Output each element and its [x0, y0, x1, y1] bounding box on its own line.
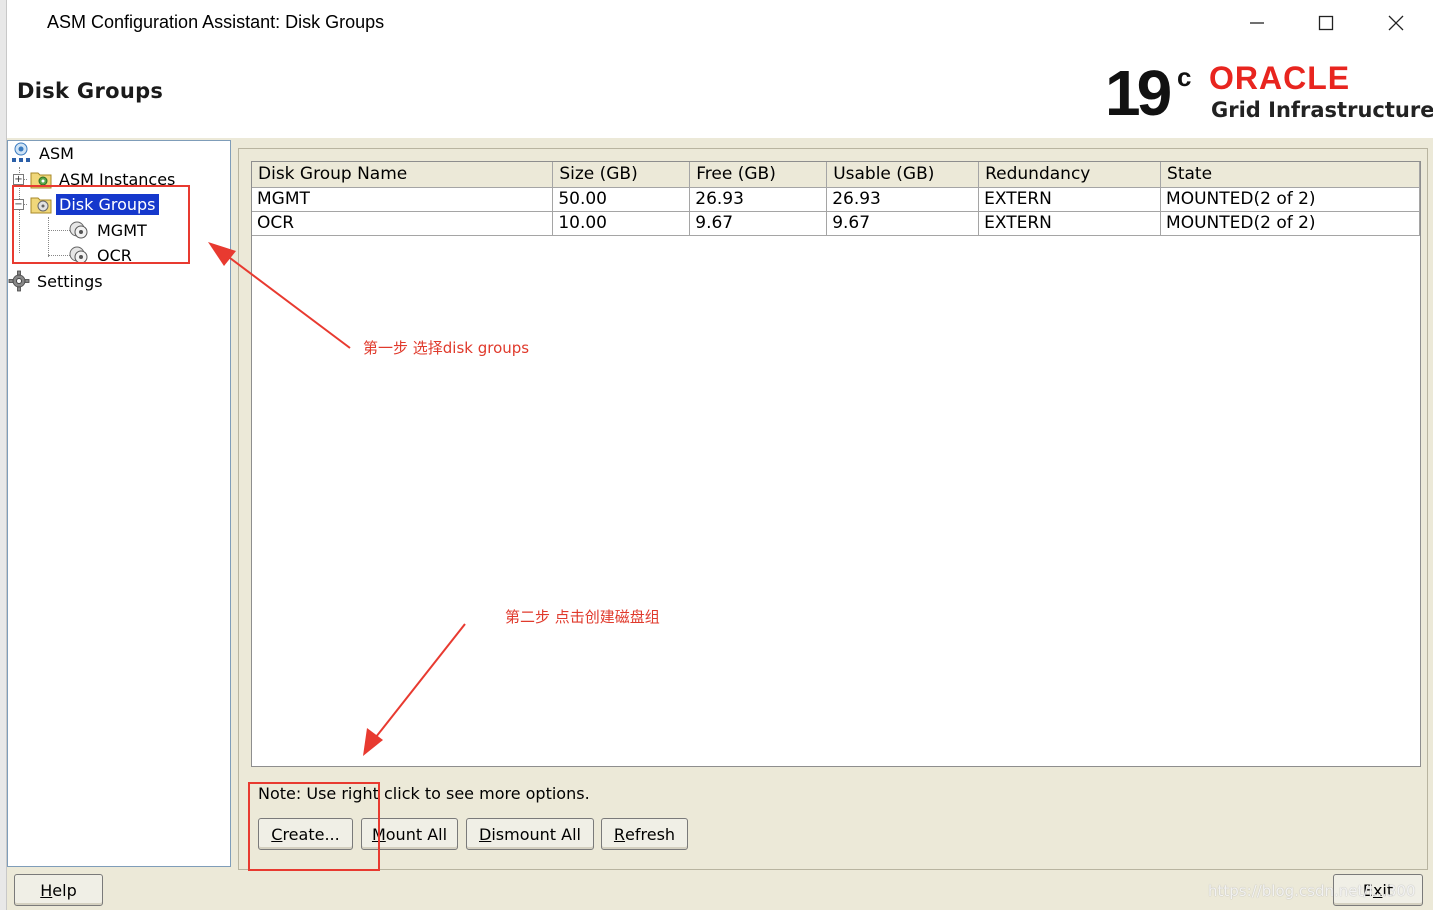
annotation-arrows — [208, 242, 466, 756]
annotation-step1: 第一步 选择disk groups — [363, 339, 530, 357]
watermark-text: https://blog.csdn.net/l...300 — [1208, 882, 1416, 900]
arrow-icon — [208, 242, 351, 349]
annotation-step2: 第二步 点击创建磁盘组 — [505, 608, 660, 626]
arrow-icon — [363, 623, 466, 756]
